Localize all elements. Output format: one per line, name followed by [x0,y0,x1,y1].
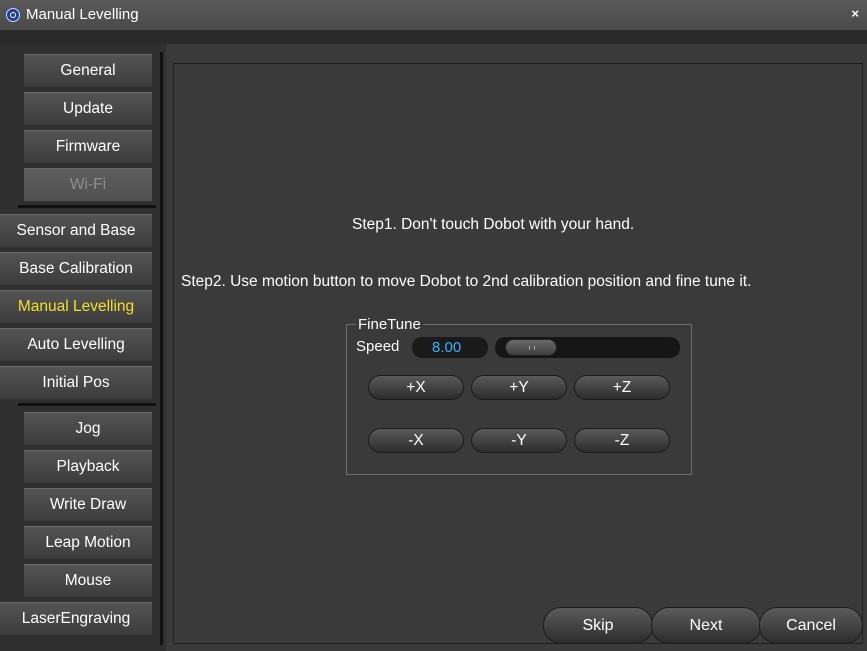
next-button[interactable]: Next [651,607,761,644]
sidebar-item-jog[interactable]: Jog [24,412,152,445]
close-icon[interactable]: × [851,6,859,21]
plus-x-button[interactable]: +X [368,375,464,400]
minus-z-button[interactable]: -Z [574,428,670,453]
plus-y-button[interactable]: +Y [471,375,567,400]
sidebar-item-initial-pos[interactable]: Initial Pos [0,366,152,399]
speed-value-field[interactable]: 8.00 [412,337,488,358]
sidebar-item-sensor-and-base[interactable]: Sensor and Base [0,214,152,247]
title-bar: Manual Levelling × [0,0,867,30]
step1-instruction: Step1. Don't touch Dobot with your hand. [352,216,635,233]
sidebar-item-general[interactable]: General [24,54,152,87]
sidebar-separator [18,205,156,208]
title-divider [0,30,867,44]
cancel-button[interactable]: Cancel [759,607,863,644]
plus-z-button[interactable]: +Z [574,375,670,400]
minus-y-button[interactable]: -Y [471,428,567,453]
sidebar-item-leap-motion[interactable]: Leap Motion [24,526,152,559]
sidebar-item-update[interactable]: Update [24,92,152,125]
sidebar-item-wifi: Wi-Fi [24,168,152,201]
sidebar-item-manual-levelling[interactable]: Manual Levelling [0,290,152,323]
speed-slider-handle[interactable] [505,339,557,356]
finetune-title: FineTune [356,316,423,333]
step2-instruction: Step2. Use motion button to move Dobot t… [181,273,752,290]
sidebar-item-write-draw[interactable]: Write Draw [24,488,152,521]
sidebar-item-auto-levelling[interactable]: Auto Levelling [0,328,152,361]
minus-x-button[interactable]: -X [368,428,464,453]
skip-button[interactable]: Skip [543,607,653,644]
sidebar-item-base-calibration[interactable]: Base Calibration [0,252,152,285]
sidebar-item-playback[interactable]: Playback [24,450,152,483]
sidebar-item-laser-engraving[interactable]: LaserEngraving [0,602,152,635]
sidebar-divider [160,52,163,645]
sidebar-item-firmware[interactable]: Firmware [24,130,152,163]
sidebar-separator [18,403,156,406]
speed-label: Speed [356,338,400,355]
window-title: Manual Levelling [26,6,139,23]
dobot-app-icon [6,8,20,22]
manual-levelling-window: Manual Levelling × General Update Firmwa… [0,0,867,651]
sidebar-item-mouse[interactable]: Mouse [24,564,152,597]
